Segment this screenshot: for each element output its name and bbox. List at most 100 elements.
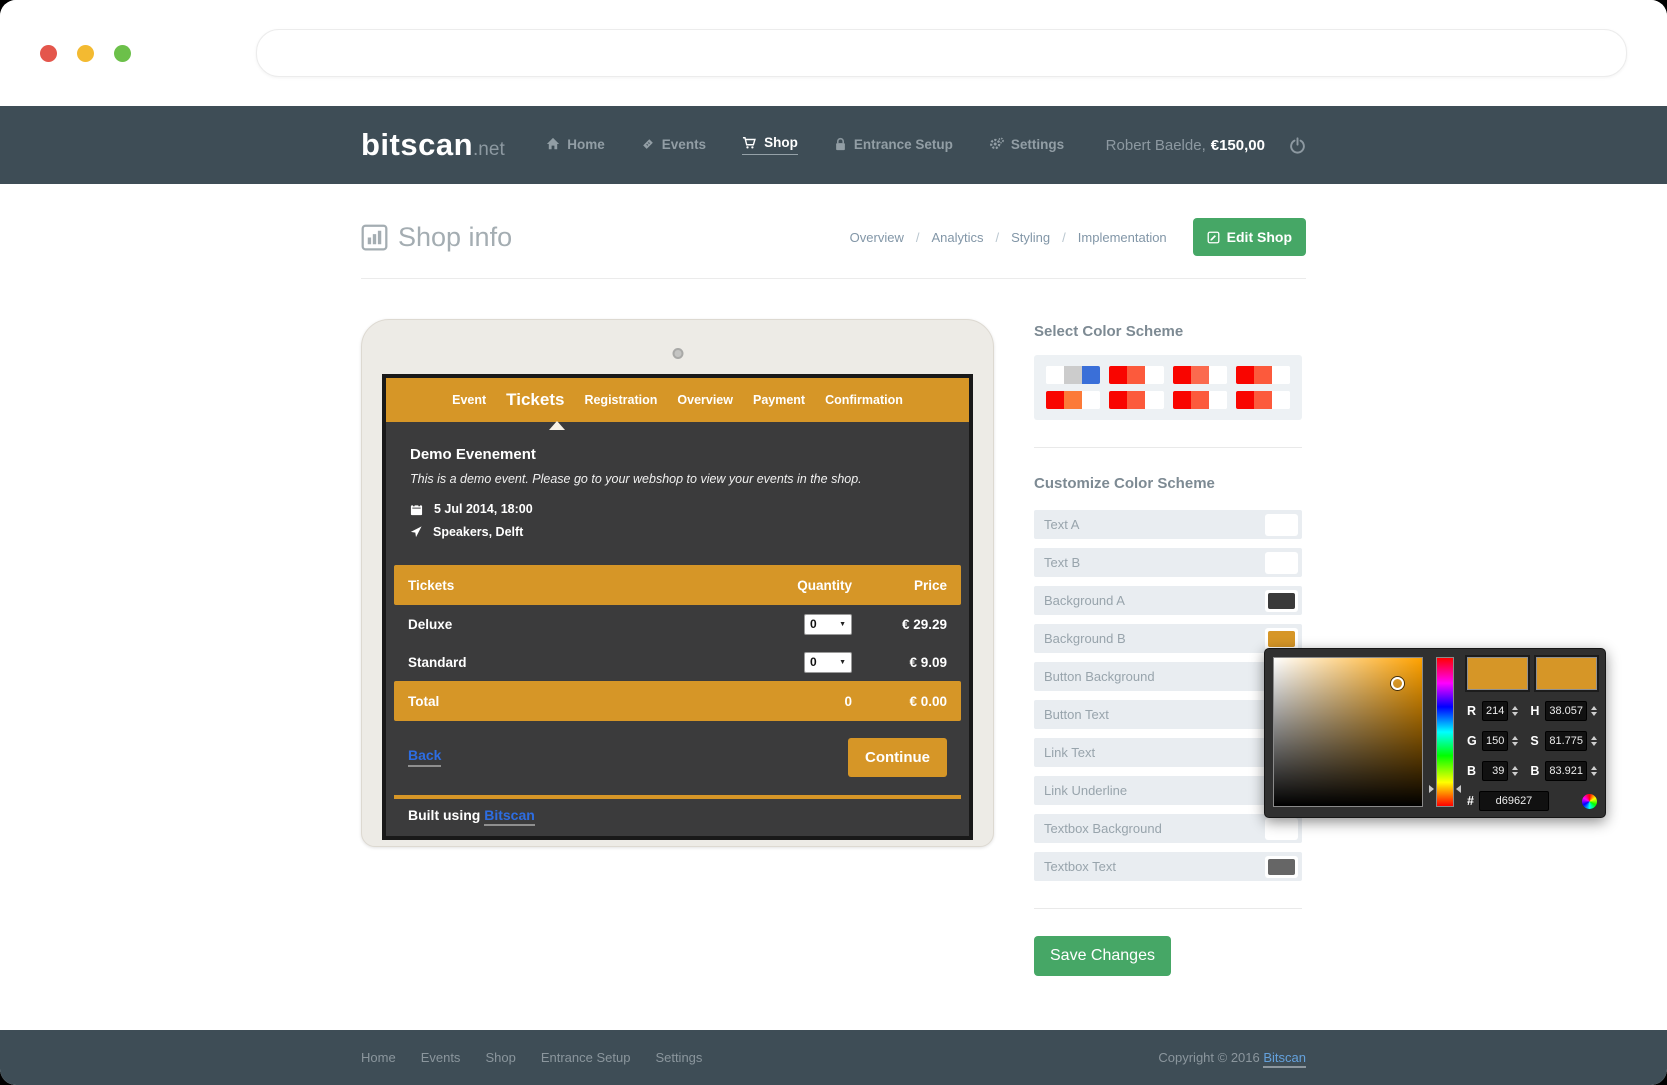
quantity-select[interactable]: 0 <box>804 652 852 673</box>
scheme-color-cell <box>1145 391 1163 409</box>
brightness-input[interactable]: 83.921 <box>1545 761 1587 781</box>
saturation-input[interactable]: 81.775 <box>1545 731 1587 751</box>
color-chip <box>1265 552 1298 574</box>
color-scheme-option[interactable] <box>1236 391 1290 409</box>
hex-input[interactable]: d69627 <box>1479 791 1549 811</box>
red-input[interactable]: 214 <box>1482 701 1508 721</box>
stepper-arrows-icon[interactable] <box>1512 706 1518 716</box>
stepper-arrows-icon[interactable] <box>1591 736 1597 746</box>
table-row: Standard 0 € 9.09 <box>394 643 961 681</box>
scheme-color-cell <box>1272 366 1290 384</box>
scheme-color-cell <box>1236 366 1254 384</box>
color-option-link-text[interactable]: Link Text <box>1034 738 1302 767</box>
breadcrumb-styling[interactable]: Styling <box>1011 230 1078 245</box>
color-scheme-option[interactable] <box>1173 391 1227 409</box>
top-navbar: bitscan.net Home Events Shop Entrance S <box>0 106 1667 184</box>
nav-item-entrance-setup[interactable]: Entrance Setup <box>834 137 953 154</box>
color-picker-marker[interactable] <box>1391 677 1404 690</box>
hue-input[interactable]: 38.057 <box>1545 701 1587 721</box>
color-scheme-option[interactable] <box>1109 366 1163 384</box>
color-option-textbox-text[interactable]: Textbox Text <box>1034 852 1302 881</box>
saturation-label: S <box>1530 734 1541 748</box>
breadcrumb-implementation[interactable]: Implementation <box>1078 230 1167 245</box>
nav-item-home[interactable]: Home <box>546 137 605 154</box>
logout-power-icon[interactable] <box>1289 137 1306 154</box>
header-divider <box>361 278 1306 279</box>
scheme-color-cell <box>1173 366 1191 384</box>
back-link[interactable]: Back <box>408 747 441 767</box>
user-name[interactable]: Robert Baelde, <box>1106 137 1206 154</box>
option-label: Link Underline <box>1034 783 1265 798</box>
styling-panel: Select Color Scheme Customize Color Sche… <box>1034 319 1302 976</box>
color-option-button-text[interactable]: Button Text <box>1034 700 1302 729</box>
copyright: Copyright © 2016 Bitscan <box>1158 1050 1306 1065</box>
color-chip <box>1265 514 1298 536</box>
total-label: Total <box>408 694 732 709</box>
edit-shop-button[interactable]: Edit Shop <box>1193 218 1306 256</box>
color-scheme-option[interactable] <box>1046 391 1100 409</box>
breadcrumb-overview[interactable]: Overview <box>850 230 932 245</box>
bitscan-logo[interactable]: bitscan.net <box>361 127 505 163</box>
color-scheme-option[interactable] <box>1173 366 1227 384</box>
color-scheme-option[interactable] <box>1046 366 1100 384</box>
continue-button[interactable]: Continue <box>848 738 947 777</box>
step-registration[interactable]: Registration <box>584 393 657 407</box>
footer-link-events[interactable]: Events <box>421 1050 461 1065</box>
scheme-color-cell <box>1191 366 1209 384</box>
scheme-color-cell <box>1064 391 1082 409</box>
nav-item-settings[interactable]: Settings <box>989 137 1064 154</box>
panel-divider <box>1034 908 1302 909</box>
step-event[interactable]: Event <box>452 393 486 407</box>
scheme-color-cell <box>1127 391 1145 409</box>
color-scheme-option[interactable] <box>1109 391 1163 409</box>
blue-input[interactable]: 39 <box>1482 761 1508 781</box>
color-option-background-b[interactable]: Background B <box>1034 624 1302 653</box>
bitscan-credit-link[interactable]: Bitscan <box>484 807 535 826</box>
event-date: 5 Jul 2014, 18:00 <box>434 502 533 516</box>
hue-slider[interactable] <box>1436 657 1454 807</box>
color-scheme-option[interactable] <box>1236 366 1290 384</box>
footer-bitscan-link[interactable]: Bitscan <box>1263 1050 1306 1068</box>
color-option-text-b[interactable]: Text B <box>1034 548 1302 577</box>
address-bar[interactable] <box>256 29 1627 77</box>
minimize-window-button[interactable] <box>77 45 94 62</box>
scheme-color-cell <box>1109 366 1127 384</box>
color-option-text-a[interactable]: Text A <box>1034 510 1302 539</box>
panel-divider <box>1034 447 1302 448</box>
column-header-quantity: Quantity <box>732 578 852 593</box>
stepper-arrows-icon[interactable] <box>1512 766 1518 776</box>
color-option-button-background[interactable]: Button Background <box>1034 662 1302 691</box>
main-menu: Home Events Shop Entrance Setup Settings <box>526 135 1084 155</box>
footer-link-settings[interactable]: Settings <box>655 1050 702 1065</box>
footer-link-entrance-setup[interactable]: Entrance Setup <box>541 1050 631 1065</box>
nav-item-events[interactable]: Events <box>641 137 706 154</box>
close-window-button[interactable] <box>40 45 57 62</box>
step-confirmation[interactable]: Confirmation <box>825 393 903 407</box>
stepper-arrows-icon[interactable] <box>1591 766 1597 776</box>
stepper-arrows-icon[interactable] <box>1512 736 1518 746</box>
color-option-textbox-background[interactable]: Textbox Background <box>1034 814 1302 843</box>
color-option-link-underline[interactable]: Link Underline <box>1034 776 1302 805</box>
step-overview[interactable]: Overview <box>677 393 733 407</box>
scheme-color-cell <box>1191 391 1209 409</box>
color-wheel-icon[interactable] <box>1582 794 1597 809</box>
quantity-select[interactable]: 0 <box>804 614 852 635</box>
breadcrumb-analytics[interactable]: Analytics <box>931 230 1011 245</box>
scheme-color-cell <box>1046 391 1064 409</box>
footer-link-home[interactable]: Home <box>361 1050 396 1065</box>
option-label: Text B <box>1034 555 1265 570</box>
color-option-background-a[interactable]: Background A <box>1034 586 1302 615</box>
stepper-arrows-icon[interactable] <box>1591 706 1597 716</box>
green-input[interactable]: 150 <box>1482 731 1508 751</box>
footer-link-shop[interactable]: Shop <box>485 1050 515 1065</box>
fullscreen-window-button[interactable] <box>114 45 131 62</box>
step-payment[interactable]: Payment <box>753 393 805 407</box>
save-changes-button[interactable]: Save Changes <box>1034 936 1171 976</box>
step-tickets[interactable]: Tickets <box>506 390 564 410</box>
quantity-value: 0 <box>810 617 817 631</box>
saturation-brightness-field[interactable] <box>1273 657 1423 807</box>
nav-item-shop[interactable]: Shop <box>742 135 798 155</box>
nav-item-label: Entrance Setup <box>854 137 953 152</box>
ticket-name: Deluxe <box>408 617 732 632</box>
shop-preview-tablet: Event Tickets Registration Overview Paym… <box>361 319 994 847</box>
